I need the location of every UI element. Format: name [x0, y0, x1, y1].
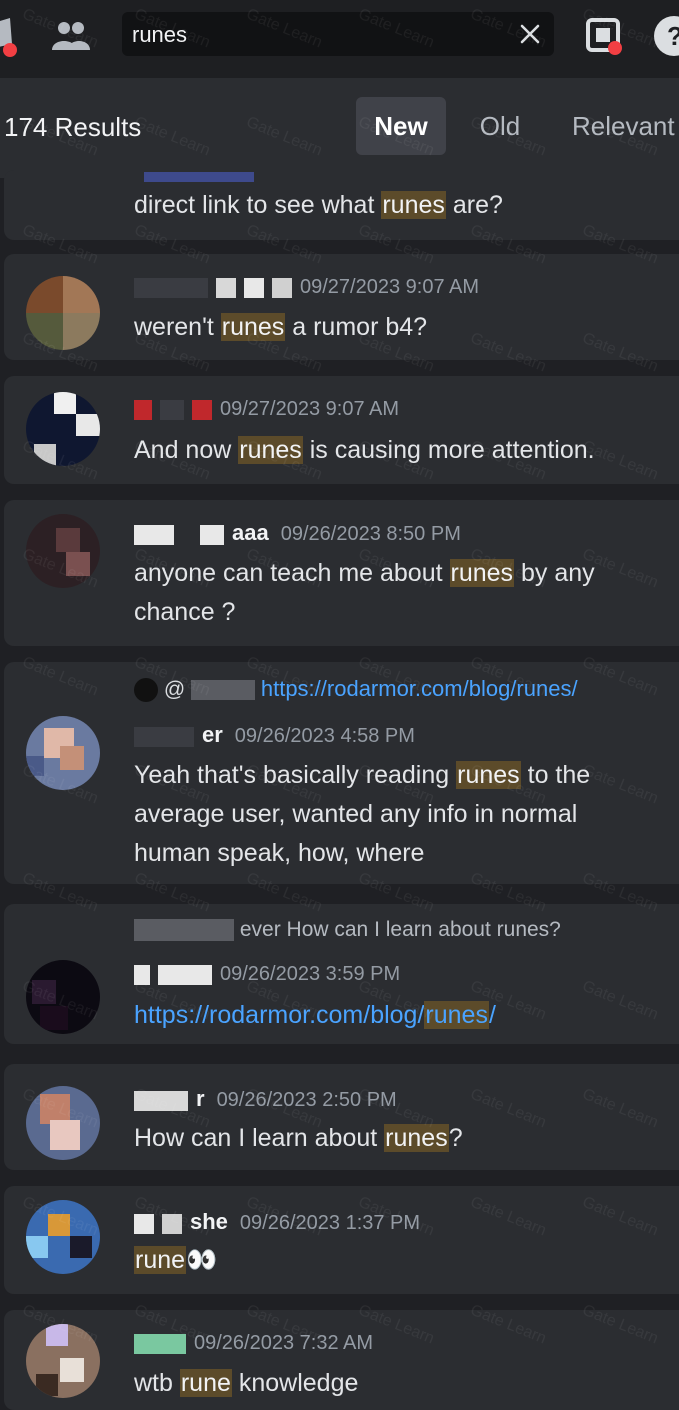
avatar[interactable]: [26, 392, 100, 466]
reply-avatar: [134, 678, 158, 703]
message-meta: r 09/26/2023 2:50 PM: [134, 1086, 397, 1116]
username-redacted: [144, 172, 254, 182]
timestamp: 09/26/2023 2:50 PM: [216, 1089, 397, 1111]
search-field[interactable]: [122, 12, 554, 56]
avatar[interactable]: [26, 1200, 100, 1274]
avatar[interactable]: [26, 960, 100, 1034]
eyes-emoji: 👀: [186, 1246, 218, 1274]
message-content: wtb rune knowledge: [134, 1369, 359, 1397]
message-meta: 09/27/2023 9:07 AM: [134, 398, 399, 428]
message-content: weren't runes a rumor b4?: [134, 313, 428, 341]
threads-icon[interactable]: [0, 14, 30, 58]
avatar[interactable]: [26, 1086, 100, 1160]
author-name: er: [202, 722, 223, 747]
results-count: 174 Results: [4, 112, 142, 142]
message-meta: 09/26/2023 3:59 PM: [134, 963, 400, 993]
message-content: How can I learn about runes?: [134, 1124, 463, 1152]
message-content: Yeah that's basically reading runes to t…: [134, 761, 591, 867]
reply-preview[interactable]: ever How can I learn about runes?: [134, 918, 561, 948]
inbox-icon[interactable]: [582, 14, 626, 58]
timestamp: 09/26/2023 3:59 PM: [220, 963, 401, 985]
username-redacted: [134, 399, 152, 420]
search-input[interactable]: [130, 18, 514, 52]
message-meta: she 09/26/2023 1:37 PM: [134, 1209, 420, 1239]
timestamp: 09/27/2023 9:07 AM: [220, 398, 400, 420]
svg-text:?: ?: [667, 21, 679, 51]
message-meta: er 09/26/2023 4:58 PM: [134, 722, 415, 752]
message-content: direct link to see what runes are?: [134, 191, 503, 219]
timestamp: 09/26/2023 4:58 PM: [234, 725, 415, 747]
message-content: And now runes is causing more attention.: [134, 436, 595, 464]
username-redacted: [134, 726, 194, 747]
author-name: she: [190, 1209, 228, 1234]
message-meta: 09/27/2023 9:07 AM: [134, 276, 479, 306]
timestamp: 09/26/2023 7:32 AM: [194, 1332, 374, 1354]
username-redacted: [134, 524, 174, 545]
reply-preview[interactable]: @ https://rodarmor.com/blog/runes/: [134, 676, 578, 706]
tab-new[interactable]: New: [356, 97, 446, 155]
username-redacted: [134, 1090, 188, 1111]
username-redacted: [134, 919, 234, 942]
close-icon[interactable]: [518, 22, 542, 46]
tab-relevant[interactable]: Relevant: [560, 97, 679, 155]
message-content: rune👀: [134, 1246, 218, 1274]
timestamp: 09/27/2023 9:07 AM: [300, 276, 480, 298]
username-redacted: [134, 1213, 154, 1234]
top-toolbar: ?: [0, 0, 679, 78]
username-redacted: [134, 277, 208, 298]
username-redacted: [134, 964, 150, 985]
author-name: aaa: [232, 520, 269, 545]
help-icon[interactable]: ?: [652, 14, 679, 58]
avatar[interactable]: [26, 1324, 100, 1398]
message-meta: aaa 09/26/2023 8:50 PM: [134, 520, 461, 550]
username-redacted: [191, 680, 256, 701]
reply-link: https://rodarmor.com/blog/runes/: [260, 676, 578, 701]
message-meta: 09/26/2023 7:32 AM: [134, 1332, 373, 1362]
timestamp: 09/26/2023 8:50 PM: [280, 523, 461, 545]
avatar[interactable]: [26, 514, 100, 588]
members-icon[interactable]: [48, 14, 92, 58]
message-link[interactable]: https://rodarmor.com/blog/runes/: [134, 996, 654, 1035]
timestamp: 09/26/2023 1:37 PM: [239, 1212, 421, 1234]
message-content: anyone can teach me about runes by any c…: [134, 559, 595, 626]
author-name: r: [196, 1086, 205, 1111]
avatar[interactable]: [26, 716, 100, 790]
username-redacted: [134, 1333, 186, 1354]
avatar[interactable]: [26, 276, 100, 350]
tab-old[interactable]: Old: [462, 97, 538, 155]
